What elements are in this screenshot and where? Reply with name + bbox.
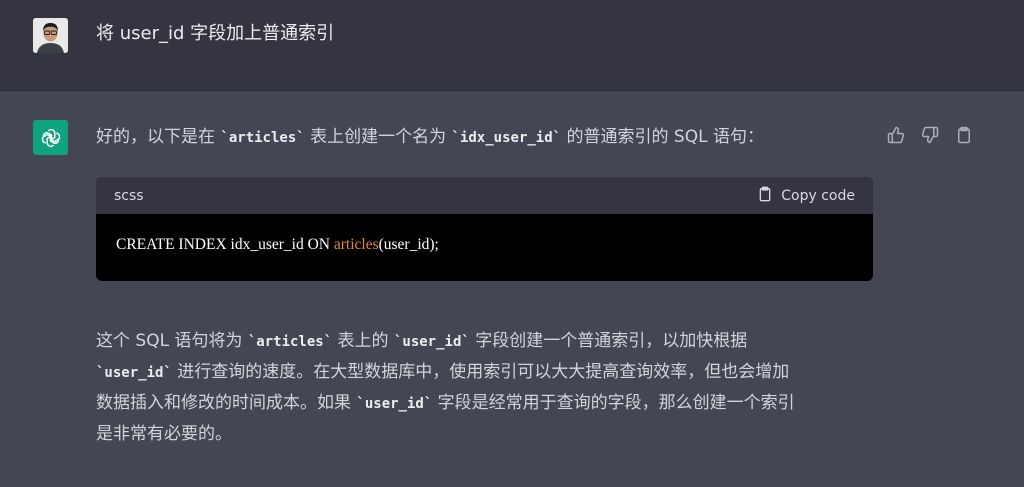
inline-code-user-id: `user_id` xyxy=(96,365,172,381)
thumbs-up-icon[interactable] xyxy=(886,125,906,145)
message-actions xyxy=(886,125,974,145)
text-segment: 这个 SQL 语句将为 xyxy=(96,331,248,351)
intro-text-2: 表上创建一个名为 xyxy=(304,127,452,147)
explanation-line-3: 数据插入和修改的时间成本。如果 `user_id` 字段是经常用于查询的字段，那… xyxy=(96,388,795,419)
copy-code-button[interactable]: Copy code xyxy=(757,186,855,206)
copy-code-label: Copy code xyxy=(781,187,855,204)
clipboard-icon xyxy=(757,186,773,206)
explanation-line-4: 是非常有必要的。 xyxy=(96,419,795,449)
code-text-2: (user_id); xyxy=(378,236,439,253)
text-segment: 字段是经常用于查询的字段，那么创建一个索引 xyxy=(432,393,795,413)
code-text-table: articles xyxy=(333,236,379,253)
assistant-explanation: 这个 SQL 语句将为 `articles` 表上的 `user_id` 字段创… xyxy=(96,326,795,449)
openai-logo-icon xyxy=(33,120,68,155)
code-content: CREATE INDEX idx_user_id ON articles(use… xyxy=(96,214,873,276)
user-avatar xyxy=(33,18,68,53)
assistant-intro: 好的，以下是在 `articles` 表上创建一个名为 `idx_user_id… xyxy=(96,122,764,153)
code-language-label: scss xyxy=(114,187,144,204)
code-block-header: scss Copy code xyxy=(96,177,873,214)
user-message-row: 将 user_id 字段加上普通索引 xyxy=(0,0,1024,91)
inline-code-idx-user-id: `idx_user_id` xyxy=(451,130,562,146)
code-block: scss Copy code CREATE INDEX idx_user_id … xyxy=(96,177,873,281)
inline-code-user-id: `user_id` xyxy=(393,334,470,350)
text-segment: 字段创建一个普通索引，以加快根据 xyxy=(469,331,748,351)
thumbs-down-icon[interactable] xyxy=(920,125,940,145)
inline-code-articles: `articles` xyxy=(220,130,305,146)
explanation-line-1: 这个 SQL 语句将为 `articles` 表上的 `user_id` 字段创… xyxy=(96,326,795,357)
intro-text-3: 的普通索引的 SQL 语句： xyxy=(561,127,764,147)
user-message-text: 将 user_id 字段加上普通索引 xyxy=(96,23,335,44)
text-segment: 表上的 xyxy=(332,331,394,351)
inline-code-user-id: `user_id` xyxy=(356,396,433,412)
inline-code-articles: `articles` xyxy=(247,334,333,350)
clipboard-icon[interactable] xyxy=(954,125,974,145)
text-segment: 数据插入和修改的时间成本。如果 xyxy=(96,393,357,413)
text-segment: 是非常有必要的。 xyxy=(96,424,232,444)
intro-text-1: 好的，以下是在 xyxy=(96,127,221,147)
explanation-line-2: `user_id` 进行查询的速度。在大型数据库中，使用索引可以大大提高查询效率… xyxy=(96,357,795,388)
code-text-1: CREATE INDEX idx_user_id ON xyxy=(116,236,334,253)
assistant-message-row: 好的，以下是在 `articles` 表上创建一个名为 `idx_user_id… xyxy=(0,91,1024,487)
text-segment: 进行查询的速度。在大型数据库中，使用索引可以大大提高查询效率，但也会增加 xyxy=(171,362,790,382)
